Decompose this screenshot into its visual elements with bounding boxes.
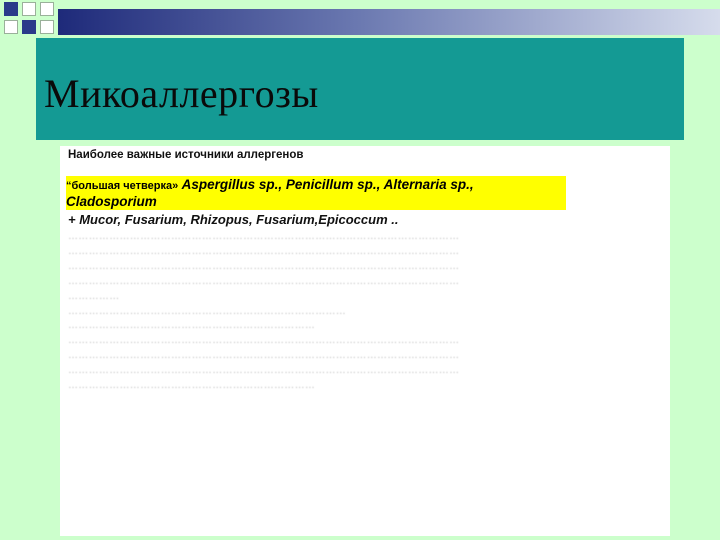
decorative-header xyxy=(0,0,720,40)
body-line: ……………………………………………………………… xyxy=(68,320,316,332)
genera-list-1: Aspergillus sp., Penicillum sp., Alterna… xyxy=(181,177,474,192)
body-text: …………………………………………………………………………………………………… …… xyxy=(68,230,630,394)
decor-square xyxy=(4,2,18,16)
body-line: …………………………………………………………………………………………………… xyxy=(68,231,460,242)
title-bar: Микоаллергозы xyxy=(36,38,684,140)
body-line: …………………………………………………………………………………………………… xyxy=(68,245,460,257)
additional-genera: + Mucor, Fusarium, Rhizopus, Fusarium,Ep… xyxy=(68,212,399,227)
decor-square xyxy=(40,20,54,34)
genera-list-2: Cladosporium xyxy=(66,194,157,209)
highlight-line-2: Cladosporium xyxy=(66,194,157,210)
body-line: …………………………………………………………………………………………………… xyxy=(68,350,460,362)
decor-square xyxy=(22,20,36,34)
body-line: ……………………………………………………………… xyxy=(68,380,316,392)
decor-square xyxy=(22,2,36,16)
highlight-line-1: “большая четверка» Aspergillus sp., Peni… xyxy=(66,177,474,193)
slide-title: Микоаллергозы xyxy=(44,71,319,116)
body-line: ……………………………………………………………………… xyxy=(68,305,347,317)
allergen-heading: Наиболее важные источники аллергенов xyxy=(68,149,304,161)
decor-gradient-bar xyxy=(58,9,720,35)
body-line: …………………………………………………………………………………………………… xyxy=(68,260,460,272)
decor-square xyxy=(40,2,54,16)
content-panel: Наиболее важные источники аллергенов “бо… xyxy=(60,146,670,536)
body-line: …………………………………………………………………………………………………… xyxy=(68,365,460,377)
body-line: …………………………………………………………………………………………………… xyxy=(68,335,460,347)
body-line: …………………………………………………………………………………………………… xyxy=(68,275,460,287)
decor-square xyxy=(4,20,18,34)
big-four-label: “большая четверка» xyxy=(66,180,179,192)
body-line: …………… xyxy=(68,290,120,302)
